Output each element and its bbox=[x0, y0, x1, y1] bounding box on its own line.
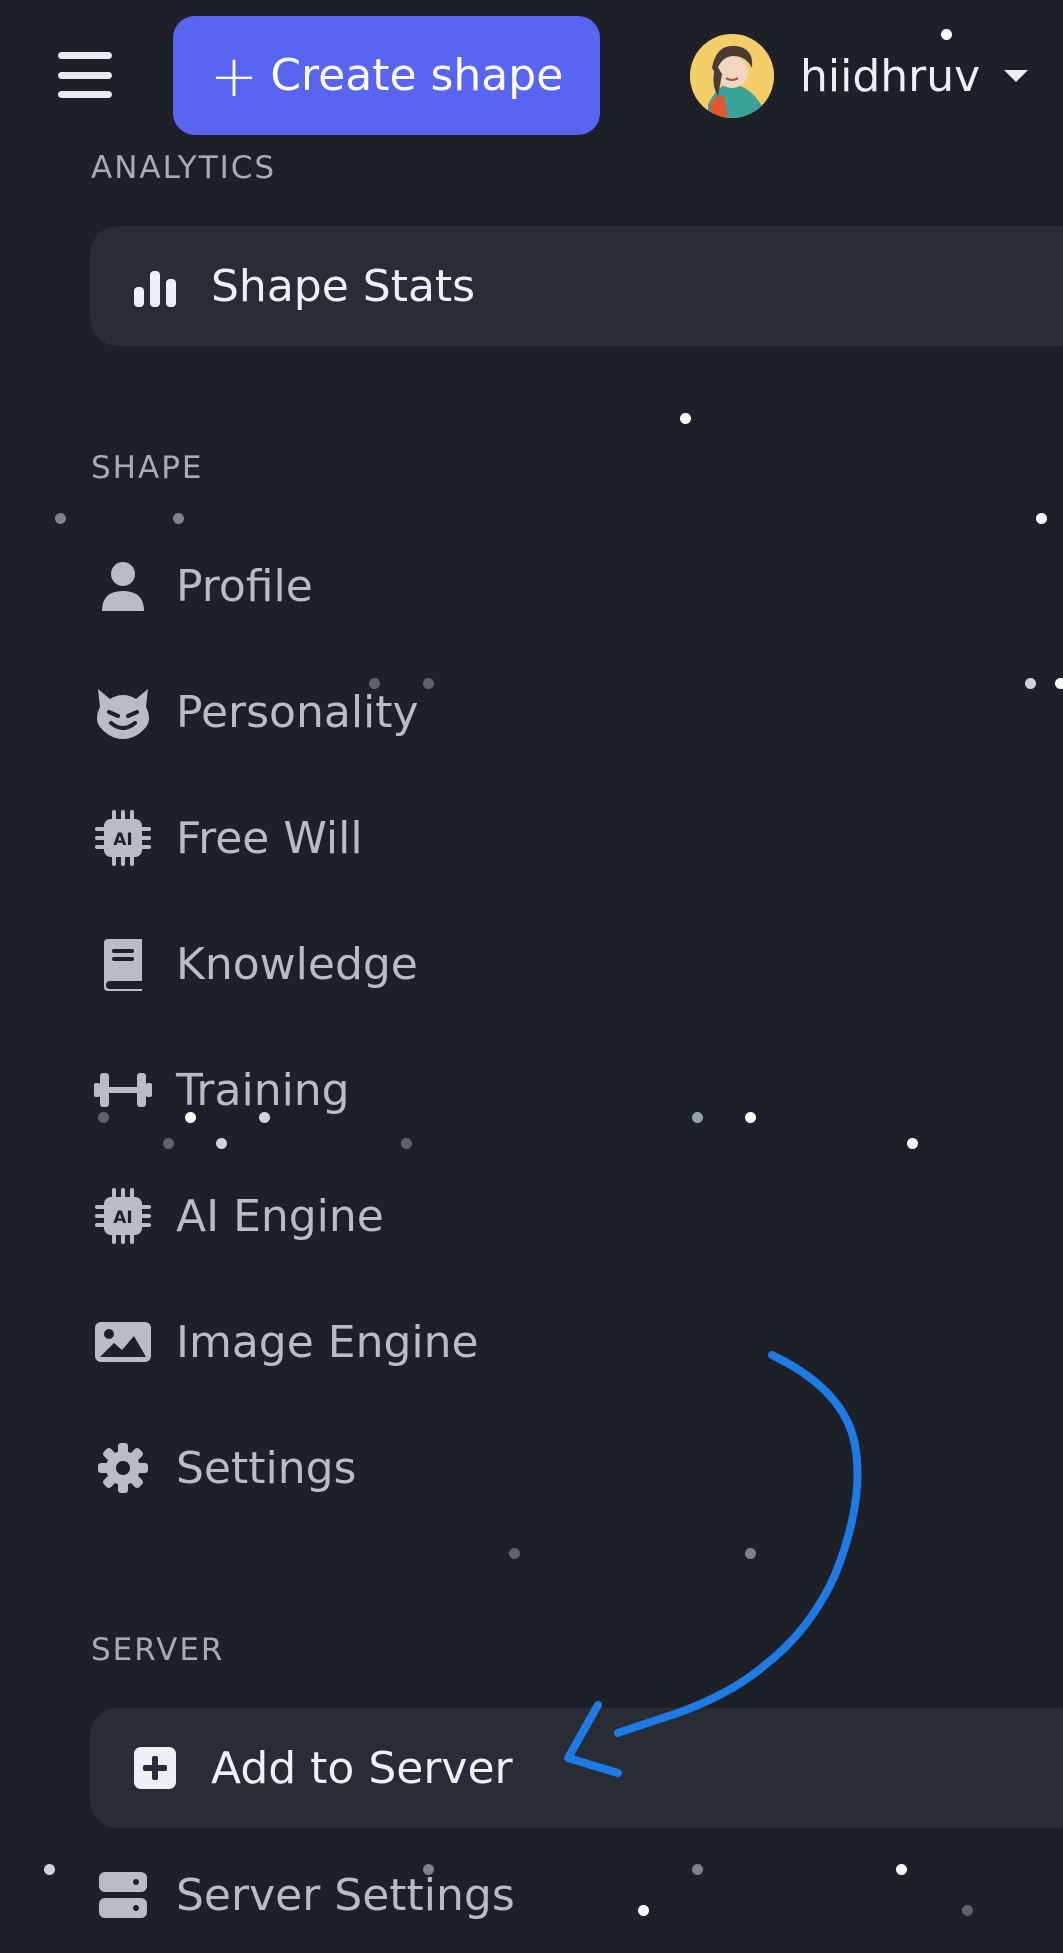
section-title-shape: SHAPE bbox=[91, 450, 204, 486]
book-icon bbox=[94, 935, 152, 993]
nav-item-training[interactable]: Training bbox=[90, 1045, 990, 1135]
nav-item-shape-stats[interactable]: Shape Stats bbox=[90, 226, 1063, 346]
nav-item-free-will[interactable]: AI Free Will bbox=[90, 793, 990, 883]
nav-label: Add to Server bbox=[211, 1742, 513, 1794]
svg-text:AI: AI bbox=[113, 830, 132, 850]
svg-text:AI: AI bbox=[113, 1208, 132, 1228]
chevron-down-icon bbox=[1004, 70, 1029, 82]
nav-label: Server Settings bbox=[176, 1869, 515, 1921]
nav-label: Free Will bbox=[176, 812, 363, 864]
nav-item-add-to-server[interactable]: Add to Server bbox=[90, 1708, 1063, 1828]
username: hiidhruv bbox=[800, 50, 981, 102]
ai-chip-icon: AI bbox=[94, 809, 152, 867]
user-menu[interactable]: hiidhruv bbox=[690, 33, 1029, 119]
hamburger-menu-icon[interactable] bbox=[58, 52, 112, 98]
nav-label: Training bbox=[176, 1064, 350, 1116]
section-title-server: SERVER bbox=[91, 1632, 225, 1668]
nav-item-ai-engine[interactable]: AI AI Engine bbox=[90, 1171, 990, 1261]
nav-item-image-engine[interactable]: Image Engine bbox=[90, 1297, 990, 1387]
server-icon bbox=[94, 1866, 152, 1924]
nav-label: Knowledge bbox=[176, 938, 418, 990]
create-shape-label: Create shape bbox=[270, 50, 564, 101]
section-title-analytics: ANALYTICS bbox=[91, 150, 277, 186]
dumbbell-icon bbox=[94, 1061, 152, 1119]
image-icon bbox=[94, 1313, 152, 1371]
ai-chip-icon: AI bbox=[94, 1187, 152, 1245]
devil-face-icon bbox=[94, 683, 152, 741]
top-bar: + Create shape hiidhruv bbox=[0, 0, 1063, 150]
nav-label: Profile bbox=[176, 560, 313, 612]
nav-label: Image Engine bbox=[176, 1316, 479, 1368]
bar-chart-icon bbox=[132, 263, 178, 309]
nav-label: Personality bbox=[176, 686, 419, 738]
nav-label: Shape Stats bbox=[211, 260, 476, 312]
avatar bbox=[690, 34, 774, 118]
nav-item-server-settings[interactable]: Server Settings bbox=[90, 1850, 990, 1940]
gear-icon bbox=[94, 1439, 152, 1497]
nav-item-settings[interactable]: Settings bbox=[90, 1423, 990, 1513]
plus-icon: + bbox=[209, 41, 259, 110]
nav-label: AI Engine bbox=[176, 1190, 384, 1242]
nav-item-knowledge[interactable]: Knowledge bbox=[90, 919, 990, 1009]
nav-label: Settings bbox=[176, 1442, 357, 1494]
create-shape-button[interactable]: + Create shape bbox=[173, 16, 600, 135]
nav-item-profile[interactable]: Profile bbox=[90, 541, 990, 631]
nav-item-personality[interactable]: Personality bbox=[90, 667, 990, 757]
plus-square-icon bbox=[132, 1745, 178, 1791]
user-icon bbox=[94, 557, 152, 615]
